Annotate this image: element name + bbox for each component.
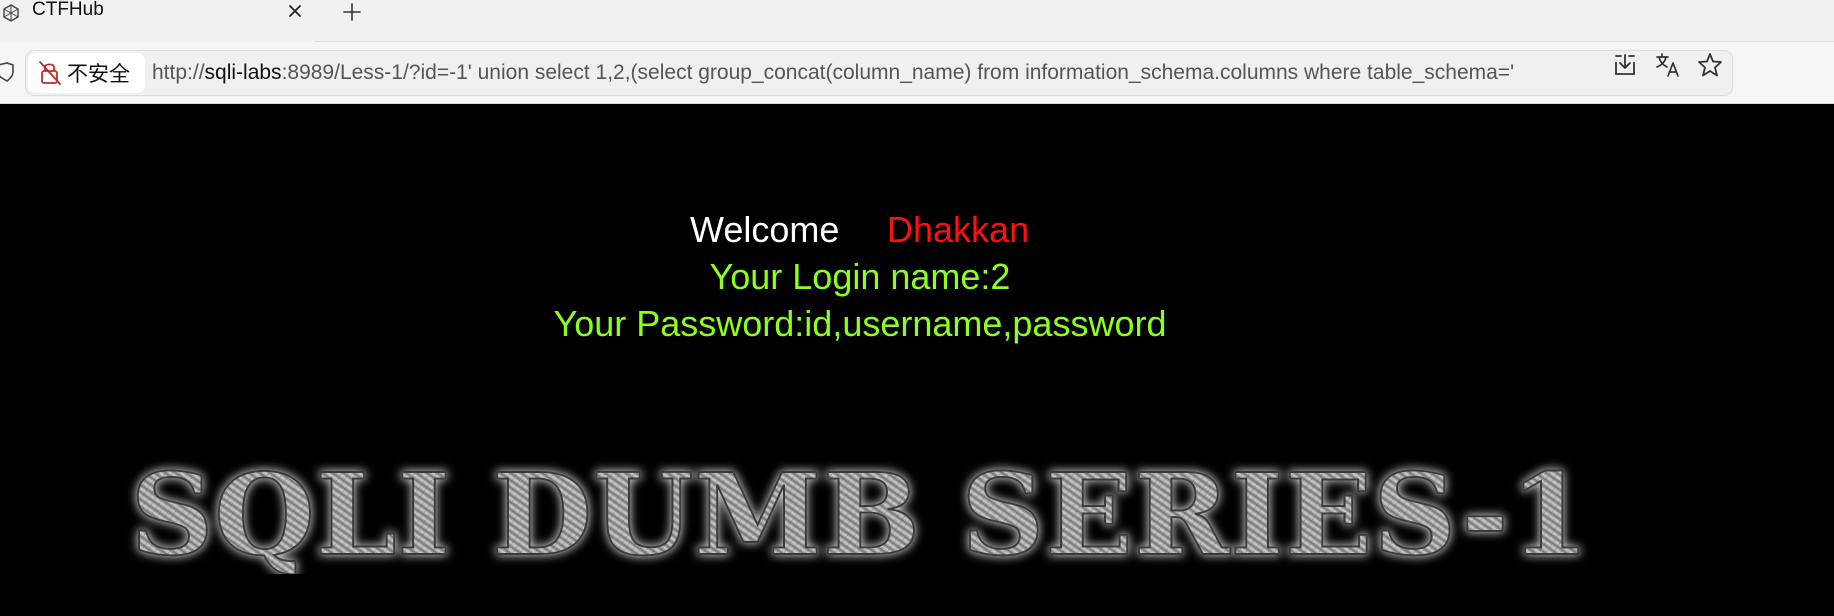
- url-scheme: http://: [152, 61, 205, 84]
- url-text[interactable]: http://sqli-labs:8989/Less-1/?id=-1' uni…: [152, 51, 1632, 95]
- url-path: :8989/Less-1/?id=-1' union select 1,2,(s…: [281, 61, 1515, 84]
- tab-title: CTFHub: [32, 0, 104, 20]
- url-host: sqli-labs: [204, 61, 282, 84]
- download-icon[interactable]: [1612, 52, 1638, 78]
- not-secure-lock-icon: [39, 60, 61, 86]
- close-icon[interactable]: [284, 0, 306, 22]
- plus-icon[interactable]: [339, 0, 365, 24]
- login-name-result: Your Login name:2: [709, 256, 1011, 297]
- tab-favicon-icon: [2, 4, 20, 22]
- banner-text: SQLI DUMB SERIES-1: [130, 450, 1590, 574]
- navigation-toolbar: 不安全 http://sqli-labs:8989/Less-1/?id=-1'…: [0, 42, 1834, 104]
- address-bar[interactable]: 不安全 http://sqli-labs:8989/Less-1/?id=-1'…: [25, 50, 1733, 96]
- site-security-button[interactable]: 不安全: [28, 53, 145, 93]
- browser-window: CTFHub 不安全 http://sqli-labs:8989/Less-1/…: [0, 0, 1834, 616]
- active-tab[interactable]: CTFHub: [0, 0, 315, 42]
- tab-bar: CTFHub: [0, 0, 1834, 42]
- security-label: 不安全: [67, 62, 130, 86]
- user-name-text: Dhakkan: [887, 209, 1030, 250]
- star-icon[interactable]: [1697, 52, 1723, 78]
- welcome-text: Welcome: [690, 209, 840, 250]
- page-viewport: Welcome Dhakkan Your Login name:2 Your P…: [0, 104, 1834, 616]
- translate-icon[interactable]: [1655, 52, 1681, 78]
- shield-icon[interactable]: [0, 60, 16, 84]
- password-result: Your Password:id,username,password: [553, 303, 1167, 344]
- series-banner-logo: SQLI DUMB SERIES-1: [129, 449, 1591, 574]
